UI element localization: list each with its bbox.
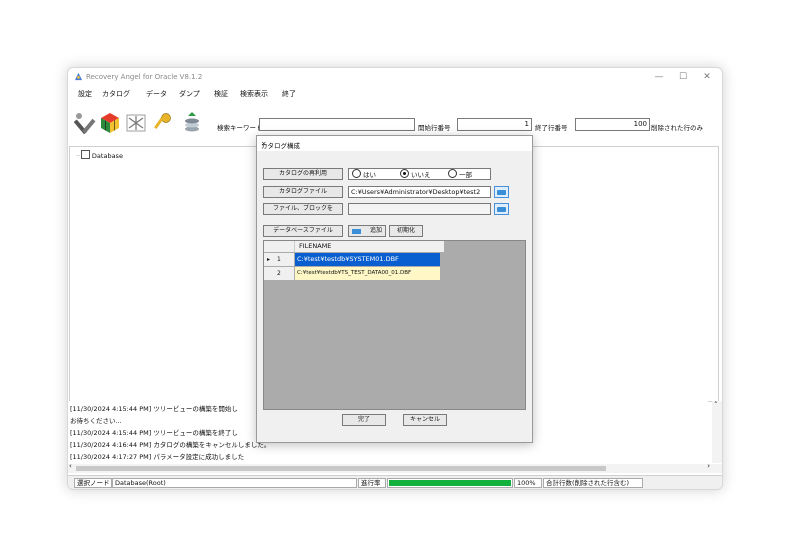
- log-line: [11/30/2024 4:17:27 PM] パラメータ設定に成功しました: [70, 453, 245, 461]
- log-line: [11/30/2024 4:15:44 PM] ツリービューの構築を開始し: [70, 405, 238, 413]
- menu-dump[interactable]: ダンプ: [179, 89, 200, 99]
- tree-connector: ┈: [76, 152, 80, 160]
- dialog-title-bar: カタログ構成 ✕: [257, 136, 532, 151]
- add-button[interactable]: 追加: [348, 225, 386, 237]
- file-block-browse-icon[interactable]: [494, 203, 509, 215]
- scroll-thumb[interactable]: [76, 466, 606, 471]
- table-row[interactable]: ▸ 1 C:¥test¥testdb¥SYSTEM01.DBF: [264, 253, 525, 266]
- end-row-input[interactable]: 100: [575, 118, 650, 131]
- menu-verify[interactable]: 検証: [214, 89, 228, 99]
- menu-exit[interactable]: 終了: [282, 89, 296, 99]
- catalog-file-field[interactable]: C:¥Users¥Administrator¥Desktop¥test2: [348, 186, 491, 198]
- coins-icon[interactable]: [181, 111, 203, 135]
- shuffle-icon[interactable]: [125, 111, 147, 135]
- catalog-file-browse-icon[interactable]: [494, 186, 509, 198]
- radio-yes-circle[interactable]: [352, 169, 361, 178]
- radio-no[interactable]: いいえ: [400, 169, 431, 179]
- menu-catalog[interactable]: カタログ: [102, 89, 130, 99]
- file-grid[interactable]: FILENAME ▸ 1 C:¥test¥testdb¥SYSTEM01.DBF…: [263, 240, 526, 410]
- start-row-input[interactable]: 1: [457, 118, 532, 131]
- progress-bar: [387, 478, 513, 488]
- init-button[interactable]: 初期化: [389, 225, 423, 237]
- log-line: [11/30/2024 4:16:44 PM] カタログの構築をキャンセルしまし…: [70, 441, 271, 449]
- search-keyword-input[interactable]: [259, 118, 415, 131]
- row-header[interactable]: ▸ 1: [264, 253, 294, 266]
- app-icon: [74, 72, 83, 81]
- log-vertical-scrollbar[interactable]: ˄: [712, 401, 722, 463]
- radio-no-circle[interactable]: [400, 169, 409, 178]
- tree-node-label: Database: [91, 152, 123, 160]
- add-button-label: 追加: [369, 227, 382, 234]
- scroll-right-icon[interactable]: ›: [707, 462, 710, 470]
- progress-text: 100%: [514, 478, 542, 488]
- grid-header: FILENAME: [264, 241, 525, 252]
- key-icon[interactable]: [152, 111, 174, 135]
- db-file-label: データベースファイル: [263, 225, 343, 237]
- window-title: Recovery Angel for Oracle V8.1.2: [86, 73, 203, 81]
- selected-node-value: Database(Root): [112, 478, 357, 488]
- cube-icon[interactable]: [99, 111, 121, 135]
- menu-bar: 設定 カタログ データ ダンプ 検証 検索表示 終了: [68, 86, 722, 100]
- ok-button[interactable]: 完了: [342, 414, 386, 426]
- progress-label: 進行率: [358, 478, 386, 488]
- end-row-label: 終了行番号: [535, 124, 568, 132]
- selected-node-label: 選択ノード: [74, 478, 112, 488]
- folder-icon: [497, 190, 506, 195]
- status-bar: 選択ノード Database(Root) 進行率 100% 合計行数(削除された…: [68, 475, 722, 489]
- radio-yes[interactable]: はい: [352, 169, 376, 179]
- maximize-button[interactable]: ☐: [672, 70, 694, 84]
- total-rows-label: 合計行数(削除された行含む): [543, 478, 643, 488]
- row-number: 2: [277, 270, 281, 277]
- deleted-rows-only-label[interactable]: 削除された行のみ: [651, 122, 703, 132]
- radio-yes-label: はい: [363, 171, 376, 179]
- row-header[interactable]: 2: [264, 267, 294, 280]
- dialog-close-icon[interactable]: ✕: [261, 140, 526, 148]
- progress-fill: [389, 480, 511, 486]
- tools-icon[interactable]: [74, 111, 96, 135]
- start-row-label: 開始行番号: [418, 124, 451, 132]
- cancel-button[interactable]: キャンセル: [403, 414, 447, 426]
- menu-settings[interactable]: 設定: [78, 89, 92, 99]
- catalog-file-button[interactable]: カタログファイル: [263, 186, 343, 198]
- menu-search-display[interactable]: 検索表示: [240, 89, 268, 99]
- scroll-left-icon[interactable]: ‹: [69, 462, 72, 470]
- file-block-button[interactable]: ファイル、ブロックを: [263, 203, 343, 215]
- log-line: [11/30/2024 4:15:44 PM] ツリービューの構築を終了し: [70, 429, 238, 437]
- filename-cell[interactable]: C:¥test¥testdb¥TS_TEST_DATA00_01.DBF: [295, 267, 440, 280]
- folder-icon: [497, 207, 506, 212]
- current-row-icon: ▸: [267, 256, 271, 263]
- filename-cell[interactable]: C:¥test¥testdb¥SYSTEM01.DBF: [295, 253, 440, 266]
- radio-partial[interactable]: 一部: [448, 169, 472, 179]
- reuse-radio-group: はい いいえ 一部: [348, 168, 491, 180]
- table-row[interactable]: 2 C:¥test¥testdb¥TS_TEST_DATA00_01.DBF: [264, 267, 525, 280]
- catalog-reuse-label: カタログの再利用: [263, 168, 343, 180]
- add-folder-icon: [352, 229, 361, 234]
- radio-partial-circle[interactable]: [448, 169, 457, 178]
- radio-no-label: いいえ: [411, 171, 431, 179]
- row-number: 1: [277, 256, 281, 263]
- radio-partial-label: 一部: [459, 171, 472, 179]
- filename-column-header[interactable]: FILENAME: [295, 241, 444, 252]
- search-keyword-label: 検索キーワード: [217, 124, 263, 132]
- catalog-config-dialog: カタログ構成 ✕ カタログの再利用 はい いいえ 一部 カタログファイル C:¥…: [256, 135, 533, 443]
- scroll-up-icon[interactable]: ˄: [714, 401, 718, 409]
- menu-data[interactable]: データ: [146, 89, 167, 99]
- minimize-button[interactable]: —: [648, 70, 670, 84]
- tree-checkbox[interactable]: [80, 150, 90, 159]
- title-bar: Recovery Angel for Oracle V8.1.2 — ☐ ✕: [68, 68, 722, 86]
- close-window-button[interactable]: ✕: [696, 70, 718, 84]
- log-line: お待ちください...: [70, 417, 122, 425]
- tree-node-database[interactable]: ┈ Database: [76, 150, 123, 160]
- log-horizontal-scrollbar[interactable]: ‹ ›: [68, 462, 722, 473]
- file-block-field[interactable]: [348, 203, 491, 215]
- grid-corner: [264, 241, 295, 252]
